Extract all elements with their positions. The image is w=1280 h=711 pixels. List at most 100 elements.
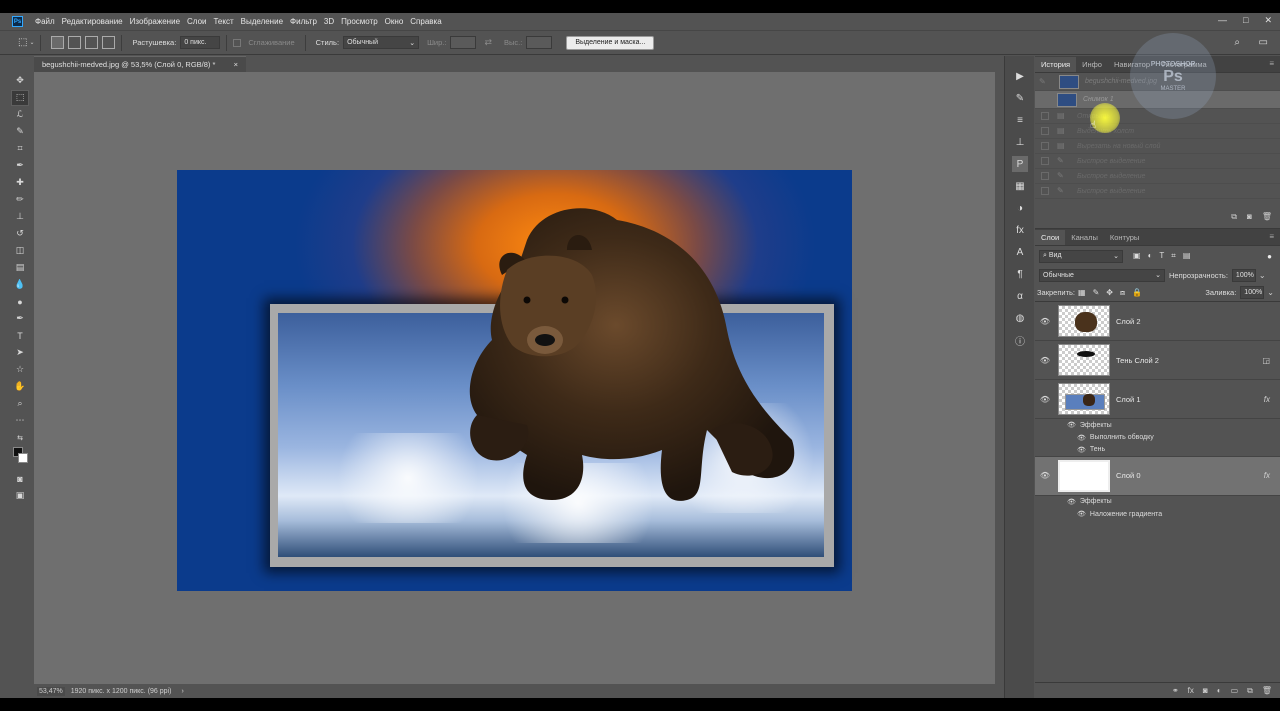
menu-view[interactable]: Просмотр — [341, 17, 378, 26]
add-style-icon[interactable]: fx — [1188, 686, 1194, 695]
info-icon[interactable]: ⓘ — [1012, 332, 1028, 348]
opacity-input[interactable]: 100% — [1231, 268, 1256, 282]
healing-brush-tool-icon[interactable]: ✚ — [11, 175, 29, 191]
layer-row[interactable]: 👁 Слой 2 — [1035, 302, 1280, 341]
select-and-mask-button[interactable]: Выделение и маска... — [566, 35, 655, 50]
add-selection-icon[interactable] — [68, 36, 82, 49]
menu-help[interactable]: Справка — [410, 17, 441, 26]
crop-tool-icon[interactable]: ⌗ — [11, 141, 29, 157]
swap-colors-icon[interactable]: ⇆ — [11, 430, 29, 446]
shape-tool-icon[interactable]: ☆ — [11, 362, 29, 378]
trash-icon[interactable]: 🗑 — [1262, 212, 1272, 222]
adjustments-icon[interactable]: ≡ — [1012, 112, 1028, 128]
glyphs-icon[interactable]: α — [1012, 288, 1028, 304]
blend-mode-select[interactable]: Обычные ⌄ — [1039, 268, 1165, 282]
history-brush-tool-icon[interactable]: ↺ — [11, 226, 29, 242]
styles-icon[interactable]: fx — [1012, 222, 1028, 238]
rectangular-marquee-tool-icon[interactable]: ⬚ — [11, 90, 29, 106]
dodge-tool-icon[interactable]: ● — [11, 294, 29, 310]
eyedropper-tool-icon[interactable]: ✒ — [11, 158, 29, 174]
new-group-icon[interactable]: ▭ — [1231, 686, 1239, 695]
layer-effects-icon[interactable]: fx — [1264, 395, 1270, 404]
adjustment-layer-icon[interactable]: ◐ — [1217, 686, 1222, 695]
intersect-selection-icon[interactable] — [102, 36, 116, 49]
visibility-eye-icon[interactable]: 👁 — [1039, 395, 1051, 404]
layer-name[interactable]: Слой 1 — [1116, 395, 1141, 404]
visibility-eye-icon[interactable]: 👁 — [1039, 317, 1051, 326]
move-tool-icon[interactable]: ✥ — [11, 73, 29, 89]
close-tab-icon[interactable]: × — [234, 60, 238, 69]
feather-input[interactable]: 0 пикс. — [180, 36, 221, 49]
subtract-selection-icon[interactable] — [85, 36, 99, 49]
history-item[interactable]: ▤ Выделить холст — [1035, 124, 1280, 139]
type-filter-icon[interactable]: T — [1159, 251, 1164, 261]
lasso-tool-icon[interactable]: ℒ — [11, 107, 29, 123]
antialias-checkbox[interactable] — [233, 38, 242, 47]
swap-icon[interactable]: ⇄ — [484, 37, 492, 48]
width-input[interactable] — [450, 36, 477, 49]
visibility-eye-icon[interactable]: 👁 — [1067, 498, 1076, 506]
path-selection-tool-icon[interactable]: ➤ — [11, 345, 29, 361]
panel-menu-icon[interactable]: ≡ — [1269, 59, 1274, 68]
pixel-filter-icon[interactable]: ▣ — [1133, 251, 1141, 261]
menu-select[interactable]: Выделение — [241, 17, 283, 26]
chevron-right-icon[interactable]: › — [181, 688, 183, 695]
chevron-down-icon[interactable]: ⌄ — [29, 39, 34, 46]
clone-stamp-tool-icon[interactable]: ⊥ — [11, 209, 29, 225]
fill-input[interactable]: 100% — [1240, 286, 1265, 299]
color-swatches[interactable] — [11, 447, 29, 465]
properties-icon[interactable]: P — [1012, 156, 1028, 172]
history-item[interactable]: ✎ Быстрое выделение — [1035, 184, 1280, 199]
new-layer-icon[interactable]: ⧉ — [1247, 686, 1253, 696]
visibility-eye-icon[interactable]: 👁 — [1067, 421, 1076, 429]
type-tool-icon[interactable]: T — [11, 328, 29, 344]
zoom-tool-icon[interactable]: ⌕ — [11, 396, 29, 412]
layer-name[interactable]: Тень Слой 2 — [1116, 356, 1159, 365]
menu-filter[interactable]: Фильтр — [290, 17, 317, 26]
visibility-eye-icon[interactable]: 👁 — [1077, 446, 1086, 454]
lock-position-icon[interactable]: ✥ — [1106, 288, 1113, 298]
play-icon[interactable]: ▶ — [1012, 68, 1028, 84]
visibility-eye-icon[interactable]: 👁 — [1039, 471, 1051, 480]
effect-item[interactable]: 👁 Наложение градиента — [1035, 508, 1280, 521]
maximize-button[interactable]: □ — [1243, 15, 1248, 26]
hand-tool-icon[interactable]: ✋ — [11, 379, 29, 395]
adjustment-filter-icon[interactable]: ◐ — [1148, 251, 1153, 261]
chevron-down-icon[interactable]: ⌄ — [1259, 271, 1266, 280]
marquee-tool-icon[interactable]: ⬚ — [18, 37, 27, 48]
chevron-down-icon[interactable]: ⌄ — [1267, 288, 1274, 297]
visibility-eye-icon[interactable]: 👁 — [1039, 356, 1051, 365]
search-icon[interactable]: ⌕ — [1234, 37, 1240, 48]
shape-filter-icon[interactable]: ⌗ — [1171, 251, 1176, 261]
lock-all-icon[interactable]: 🔒 — [1132, 288, 1142, 298]
visibility-eye-icon[interactable]: 👁 — [1077, 434, 1086, 442]
libraries-icon[interactable]: ◍ — [1012, 310, 1028, 326]
layer-effects-icon[interactable]: fx — [1264, 471, 1270, 480]
new-document-icon[interactable]: ⧉ — [1231, 212, 1237, 222]
effect-item[interactable]: 👁 Выполнить обводку — [1035, 432, 1280, 445]
tab-layers[interactable]: Слои — [1035, 230, 1066, 245]
effects-group[interactable]: 👁 Эффекты — [1035, 419, 1280, 432]
trash-icon[interactable]: 🗑 — [1262, 686, 1272, 695]
canvas-area[interactable] — [34, 72, 995, 684]
history-item[interactable]: ✎ Быстрое выделение — [1035, 169, 1280, 184]
layer-row-selected[interactable]: 👁 Слой 0 fx — [1035, 456, 1280, 496]
history-item[interactable]: ✎ Быстрое выделение — [1035, 154, 1280, 169]
tab-history[interactable]: История — [1035, 57, 1077, 72]
tab-paths[interactable]: Контуры — [1104, 230, 1145, 245]
tab-info[interactable]: Инфо — [1076, 57, 1108, 72]
more-tools-icon[interactable]: ⋯ — [11, 413, 29, 429]
menu-edit[interactable]: Редактирование — [62, 17, 123, 26]
quick-mask-icon[interactable]: ◙ — [11, 471, 29, 487]
link-layers-icon[interactable]: ⚭ — [1172, 686, 1179, 695]
layer-name[interactable]: Слой 2 — [1116, 317, 1141, 326]
zoom-level[interactable]: 53,47% — [37, 686, 65, 696]
menu-type[interactable]: Текст — [213, 17, 233, 26]
paragraph-icon[interactable]: ¶ — [1012, 266, 1028, 282]
effects-group[interactable]: 👁 Эффекты — [1035, 496, 1280, 509]
pen-tool-icon[interactable]: ✒ — [11, 311, 29, 327]
add-mask-icon[interactable]: ◙ — [1203, 686, 1208, 695]
photoshop-logo-icon[interactable]: Ps — [12, 16, 23, 27]
menu-layers[interactable]: Слои — [187, 17, 206, 26]
layer-kind-select[interactable]: ⌕ Вид ⌄ — [1039, 249, 1123, 263]
